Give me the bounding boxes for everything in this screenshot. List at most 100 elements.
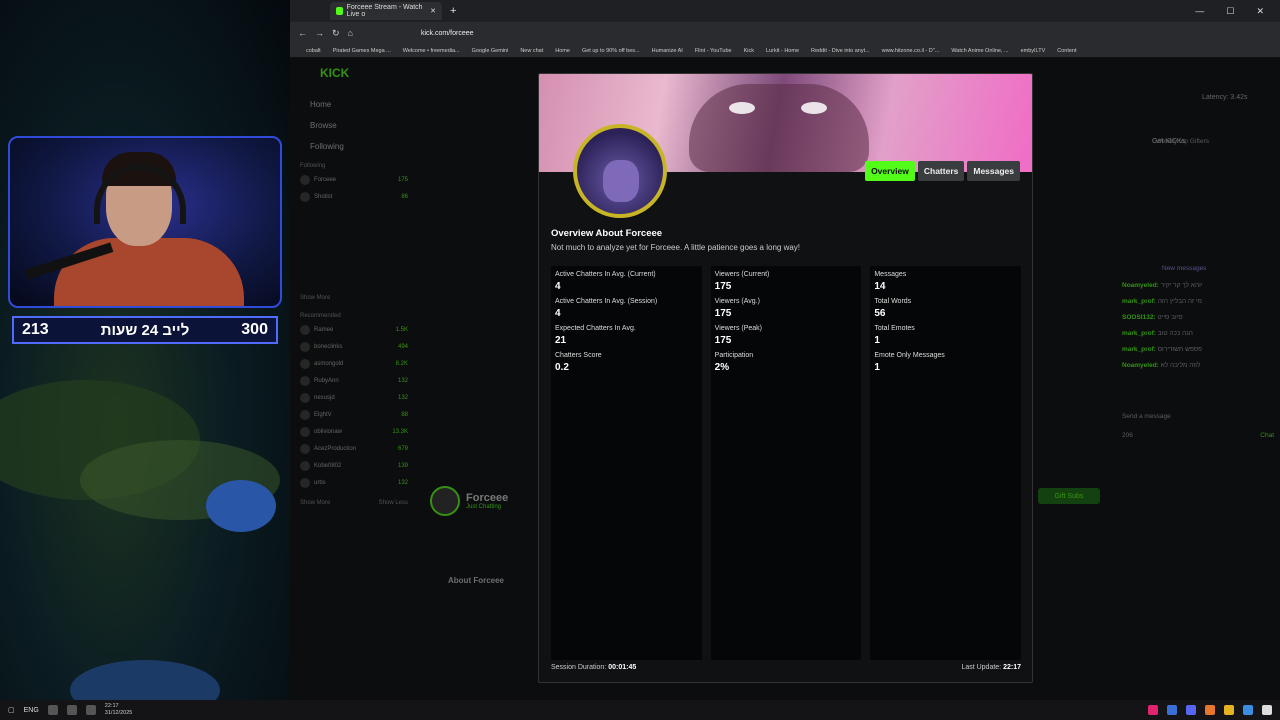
webcam-feed	[8, 136, 282, 308]
minimize-icon[interactable]: —	[1195, 6, 1204, 17]
reload-icon[interactable]: ↻	[332, 28, 340, 39]
stat-item: Active Chatters In Avg. (Current) 4	[555, 271, 656, 292]
navigation-bar: ← → ↻ ⌂ kick.com/forceee	[290, 22, 1280, 44]
chat-message: mark_prof: הנה ככה טוב	[1122, 330, 1193, 337]
chat-input[interactable]: Send a message	[1122, 413, 1171, 420]
firefox-icon[interactable]	[1205, 705, 1215, 715]
maximize-icon[interactable]: ☐	[1226, 6, 1234, 17]
stats-columns: Active Chatters In Avg. (Current) 4 Activ…	[551, 266, 1022, 660]
stat-item: Viewers (Current) 175	[714, 271, 770, 292]
last-update: Last Update: 22:17	[961, 664, 1021, 671]
weekly-gifters-heading: Weekly top Gifters	[1156, 138, 1209, 145]
tab-chatters[interactable]: Chatters	[917, 161, 965, 181]
tray-icon[interactable]	[66, 705, 77, 715]
bookmark-item[interactable]: Welcome • freemedia...	[403, 48, 460, 54]
show-more-link[interactable]: Show More	[300, 295, 408, 301]
channel-item[interactable]: nexusjd 132	[300, 393, 408, 403]
tab-messages[interactable]: Messages	[967, 161, 1020, 181]
bookmark-item[interactable]: www.hitzone.co.il - D"...	[882, 48, 940, 54]
bookmark-item[interactable]: Reddit - Dive into anyt...	[811, 48, 870, 54]
bookmark-item[interactable]: Watch Anime Online, ...	[951, 48, 1008, 54]
channel-item[interactable]: AcezProduction 679	[300, 444, 408, 454]
channel-item[interactable]: asmongold 8.2K	[300, 359, 408, 369]
session-duration: Session Duration: 00:01:45	[551, 664, 637, 671]
bookmark-item[interactable]: Google Gemini	[472, 48, 509, 54]
channel-item[interactable]: Ramee 1.5K	[300, 325, 408, 335]
chat-message: Noamyeled: יוהא לך קר יקיר	[1122, 282, 1203, 289]
viewer-count: 206	[1122, 432, 1133, 439]
close-tab-icon[interactable]: ✕	[430, 7, 436, 15]
nav-browse[interactable]: Browse	[300, 121, 408, 130]
media-app-icon[interactable]	[1148, 705, 1158, 715]
bookmarks-bar: cobalt Pirated Games Mega ... Welcome • …	[290, 44, 1280, 58]
channel-item[interactable]: urbs 132	[300, 478, 408, 488]
tab-overview[interactable]: Overview	[865, 161, 915, 181]
stat-item: Viewers (Peak) 175	[714, 325, 763, 346]
forward-icon[interactable]: →	[315, 28, 324, 38]
counter-label: לייב 24 שעות	[100, 321, 190, 339]
stream-overlay-background: 213 לייב 24 שעות 300	[0, 0, 290, 720]
settings-icon[interactable]	[1243, 705, 1253, 715]
stat-item: Viewers (Avg.) 175	[714, 298, 760, 319]
fish-decoration	[206, 480, 276, 532]
channel-item[interactable]: Shotist 86	[300, 192, 408, 202]
nav-following[interactable]: Following	[300, 142, 408, 151]
channel-item[interactable]: RubyAnn 132	[300, 376, 408, 386]
channel-item[interactable]: Kobe0802 139	[300, 461, 408, 471]
browser-tab[interactable]: Forceee Stream - Watch Live o ✕	[330, 2, 442, 20]
bookmark-item[interactable]: Humanize AI	[652, 48, 683, 54]
channel-item[interactable]: ElghtV 88	[300, 410, 408, 420]
new-tab-button[interactable]: +	[450, 5, 456, 17]
channel-item[interactable]: oblivionaw 13.3K	[300, 427, 408, 437]
stat-item: Expected Chatters In Avg. 21	[555, 325, 636, 346]
stat-item: Emote Only Messages 1	[874, 352, 945, 373]
discord-icon[interactable]	[1186, 705, 1196, 715]
close-window-icon[interactable]: ✕	[1256, 6, 1264, 17]
language-indicator[interactable]: ENG	[24, 707, 39, 714]
streamer-avatar[interactable]	[430, 486, 460, 516]
bookmark-item[interactable]: Get up to 90% off bes...	[582, 48, 640, 54]
kick-logo[interactable]: KICK	[320, 66, 408, 80]
channel-item[interactable]: boneclinks 494	[300, 342, 408, 352]
viewers-stats-column: Viewers (Current) 175 Viewers (Avg.) 175 V…	[710, 266, 862, 660]
chat-send-button[interactable]: Chat	[1260, 432, 1274, 439]
tray-icon[interactable]	[85, 705, 96, 715]
bookmark-item[interactable]: Flint - YouTube	[695, 48, 732, 54]
streamer-name[interactable]: Forceee	[466, 492, 508, 504]
windows-start-icon[interactable]	[1262, 705, 1272, 715]
bookmark-item[interactable]: Home	[555, 48, 570, 54]
bookmark-item[interactable]: Pirated Games Mega ...	[333, 48, 391, 54]
stat-item: Chatters Score 0.2	[555, 352, 602, 373]
subathon-counter: 213 לייב 24 שעות 300	[12, 316, 278, 344]
folder-icon[interactable]	[1224, 705, 1234, 715]
tab-bar: Forceee Stream - Watch Live o ✕ + — ☐ ✕	[290, 0, 1280, 22]
bookmark-item[interactable]: cobalt	[306, 48, 321, 54]
show-less-link[interactable]: Show Less	[379, 500, 408, 506]
bookmark-item[interactable]: Lurkit - Home	[766, 48, 799, 54]
bookmark-item[interactable]: Kick	[744, 48, 754, 54]
notifications-icon[interactable]: ▢	[8, 706, 15, 714]
back-icon[interactable]: ←	[298, 28, 307, 38]
nav-home[interactable]: Home	[300, 100, 408, 109]
bookmark-item[interactable]: New chat	[520, 48, 543, 54]
chat-message: mark_prof: פספש תשודירוס	[1122, 346, 1202, 353]
modal-tabs: Overview Chatters Messages	[865, 161, 1020, 181]
bookmark-item[interactable]: Content	[1057, 48, 1076, 54]
messages-stats-column: Messages 14 Total Words 56 Total Emotes 1 E…	[870, 266, 1022, 660]
clock[interactable]: 22:17 31/12/2025	[105, 703, 133, 717]
chat-message: SOOSI132: סיוב סייט	[1122, 314, 1183, 321]
streamer-category[interactable]: Just Chatting	[466, 504, 508, 510]
address-bar[interactable]: kick.com/forceee	[421, 30, 474, 37]
home-icon[interactable]: ⌂	[348, 28, 353, 38]
channel-item[interactable]: Forceee 175	[300, 175, 408, 185]
modal-footer: Session Duration: 00:01:45 Last Update: …	[551, 664, 1021, 671]
show-more-link[interactable]: Show More	[300, 500, 330, 506]
chat-message: Noamyeled: לוזה מליבה לא	[1122, 362, 1201, 369]
steam-icon[interactable]	[1167, 705, 1177, 715]
overview-subtitle: Not much to analyze yet for Forceee. A l…	[551, 243, 801, 252]
streamer-info: Forceee Just Chatting	[430, 486, 508, 516]
bookmark-item[interactable]: embyILTV	[1021, 48, 1046, 54]
gift-subs-button[interactable]: Gift Subs	[1038, 488, 1100, 504]
tray-icon[interactable]	[47, 705, 58, 715]
overview-title: Overview About Forceee	[551, 228, 663, 239]
